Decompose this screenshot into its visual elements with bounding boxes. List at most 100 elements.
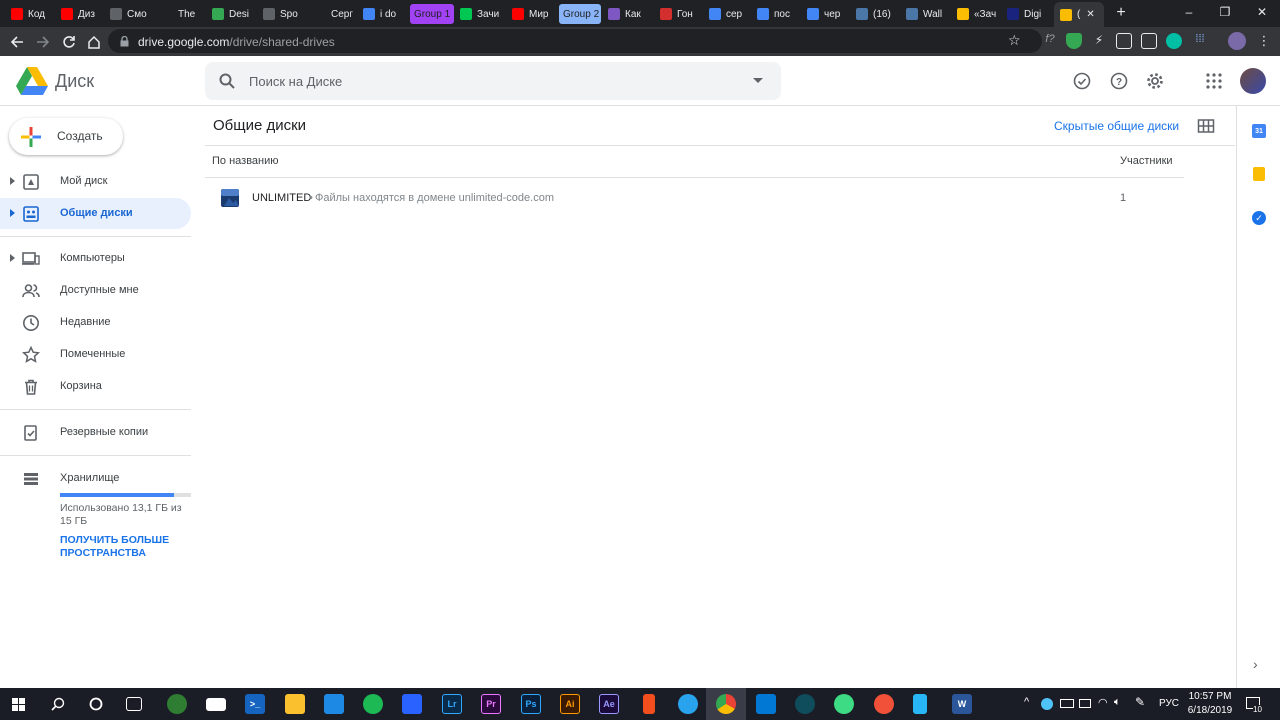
sidebar-item-recent[interactable]: Недавние [0,307,191,338]
taskbar-app-2[interactable]: Ps [521,694,541,714]
sidebar-item-my-drive[interactable]: Мой диск [0,166,191,197]
sidebar-item-storage[interactable]: Хранилище [0,463,191,494]
apps-launcher-button[interactable] [1203,70,1225,92]
tab-group-label[interactable]: Group 1 [410,4,454,24]
back-button[interactable] [7,32,27,52]
tray-wifi-icon[interactable]: ◠ [1098,696,1108,709]
keep-addon-icon[interactable] [1253,167,1265,181]
extension-formula-icon[interactable]: f? [1042,33,1058,49]
expand-arrow-icon[interactable] [10,177,15,185]
browser-tab[interactable]: чер [807,4,847,24]
file-explorer-icon[interactable] [285,694,305,714]
browser-tab[interactable]: Как [608,4,652,24]
address-bar[interactable]: drive.google.com/drive/shared-drives ☆ [108,29,1042,53]
browser-tab[interactable]: Мир [512,4,552,24]
grid-view-icon[interactable] [1197,117,1215,135]
browser-tab[interactable]: Desi [212,4,254,24]
browser-tab[interactable]: Код [11,4,51,24]
tray-pen-icon[interactable]: ✎ [1135,695,1145,709]
xbox-app-icon[interactable] [167,694,187,714]
offline-ready-button[interactable] [1071,70,1093,92]
hidden-shared-drives-link[interactable]: Скрытые общие диски [1054,119,1179,133]
word-app-icon[interactable]: W [952,694,972,714]
tab-group-label[interactable]: Group 2 [559,4,601,24]
close-tab-icon[interactable]: ✕ [1086,9,1094,20]
home-button[interactable] [84,32,104,52]
active-tab[interactable]: (✕ [1054,2,1104,27]
tray-battery-icon[interactable] [1060,699,1074,708]
windows-start-icon[interactable] [12,698,25,711]
figma-app-icon[interactable] [643,694,655,714]
browser-tab[interactable]: пос [757,4,797,24]
browser-tab[interactable]: i do [363,4,403,24]
chrome-app-icon[interactable] [716,694,736,714]
telegram-app-icon[interactable] [678,694,698,714]
browser-tab[interactable]: (16) [856,4,898,24]
browser-profile-avatar[interactable] [1228,32,1246,50]
android-studio-icon[interactable] [834,694,854,714]
google-drive-logo-icon[interactable] [16,67,48,95]
search-box[interactable]: Поиск на Диске [205,62,781,100]
sidebar-item-trash[interactable]: Корзина [0,371,191,402]
extension-off-icon[interactable] [1141,33,1157,49]
extension-bolt-icon[interactable]: ⚡ [1091,33,1107,49]
browser-tab[interactable]: Серг [314,4,354,24]
browser-tab[interactable]: Диз [61,4,101,24]
browser-tab[interactable]: Гон [660,4,700,24]
bookmark-star-icon[interactable]: ☆ [1008,32,1021,49]
store-app-icon[interactable] [324,694,344,714]
browser-tab[interactable]: сер [709,4,749,24]
browser-tab[interactable]: Spo [263,4,305,24]
browser-tab[interactable]: Wall [906,4,948,24]
browser-tab[interactable]: «Зач [957,4,999,24]
tray-chevron-icon[interactable]: ^ [1024,696,1029,708]
settings-button[interactable] [1144,70,1166,92]
sidebar-item-shared-with-me[interactable]: Доступные мне [0,275,191,306]
search-input[interactable]: Поиск на Диске [249,74,342,89]
clock-date[interactable]: 6/18/2019 [1186,705,1234,716]
reload-button[interactable] [59,32,79,52]
taskbar-app-4[interactable]: Ae [599,694,619,714]
expand-arrow-icon[interactable] [10,254,15,262]
browser-menu-icon[interactable]: ⋮ [1256,33,1272,49]
sidebar-item-backups[interactable]: Резервные копии [0,417,191,448]
swift-app-icon[interactable] [874,694,894,714]
browser-tab[interactable]: Digi [1007,4,1047,24]
table-row[interactable]: UNLIMITED • Файлы находятся в домене unl… [205,182,1184,214]
forward-button[interactable] [33,32,53,52]
notepad-app-icon[interactable] [913,694,927,714]
expand-arrow-icon[interactable] [10,209,15,217]
tray-network-icon[interactable] [1041,698,1053,710]
browser-tab[interactable]: Зачи [460,4,500,24]
help-button[interactable]: ? [1108,70,1130,92]
maximize-button[interactable]: ❐ [1211,2,1239,22]
taskbar-app-1[interactable]: Pr [481,694,501,714]
expand-panel-chevron-icon[interactable]: › [1253,656,1258,672]
mail-app-icon[interactable] [206,698,226,711]
tray-volume-icon[interactable]: 🔈︎ [1114,696,1121,709]
sourcetree-app-icon[interactable] [402,694,422,714]
taskbar-app-3[interactable]: Ai [560,694,580,714]
close-window-button[interactable]: ✕ [1248,2,1276,22]
vscode-app-icon[interactable] [756,694,776,714]
search-icon[interactable] [219,73,235,89]
get-more-storage-link[interactable]: ПОЛУЧИТЬ БОЛЬШЕ ПРОСТРАНСТВА [60,534,190,560]
zeplin-app-icon[interactable] [795,694,815,714]
sort-by-name-header[interactable]: По названию [212,155,279,167]
cortana-icon[interactable] [89,697,103,711]
extension-game-icon[interactable] [1116,33,1132,49]
extension-color-icon[interactable] [1166,33,1182,49]
clock-time[interactable]: 10:57 PM [1186,691,1234,702]
calendar-addon-icon[interactable]: 31 [1252,124,1266,138]
sidebar-item-shared-drives[interactable]: Общие диски [0,198,191,229]
keyboard-language[interactable]: РУС [1159,698,1179,709]
browser-tab[interactable]: Смо [110,4,152,24]
taskbar-app-0[interactable]: Lr [442,694,462,714]
tasks-addon-icon[interactable]: ✓ [1252,211,1266,225]
create-button[interactable]: Создать [9,118,123,155]
sidebar-item-starred[interactable]: Помеченные [0,339,191,370]
shared-drive-name[interactable]: UNLIMITED [252,192,311,204]
account-avatar[interactable] [1240,68,1266,94]
minimize-button[interactable]: – [1175,2,1203,22]
app-title[interactable]: Диск [55,71,94,92]
